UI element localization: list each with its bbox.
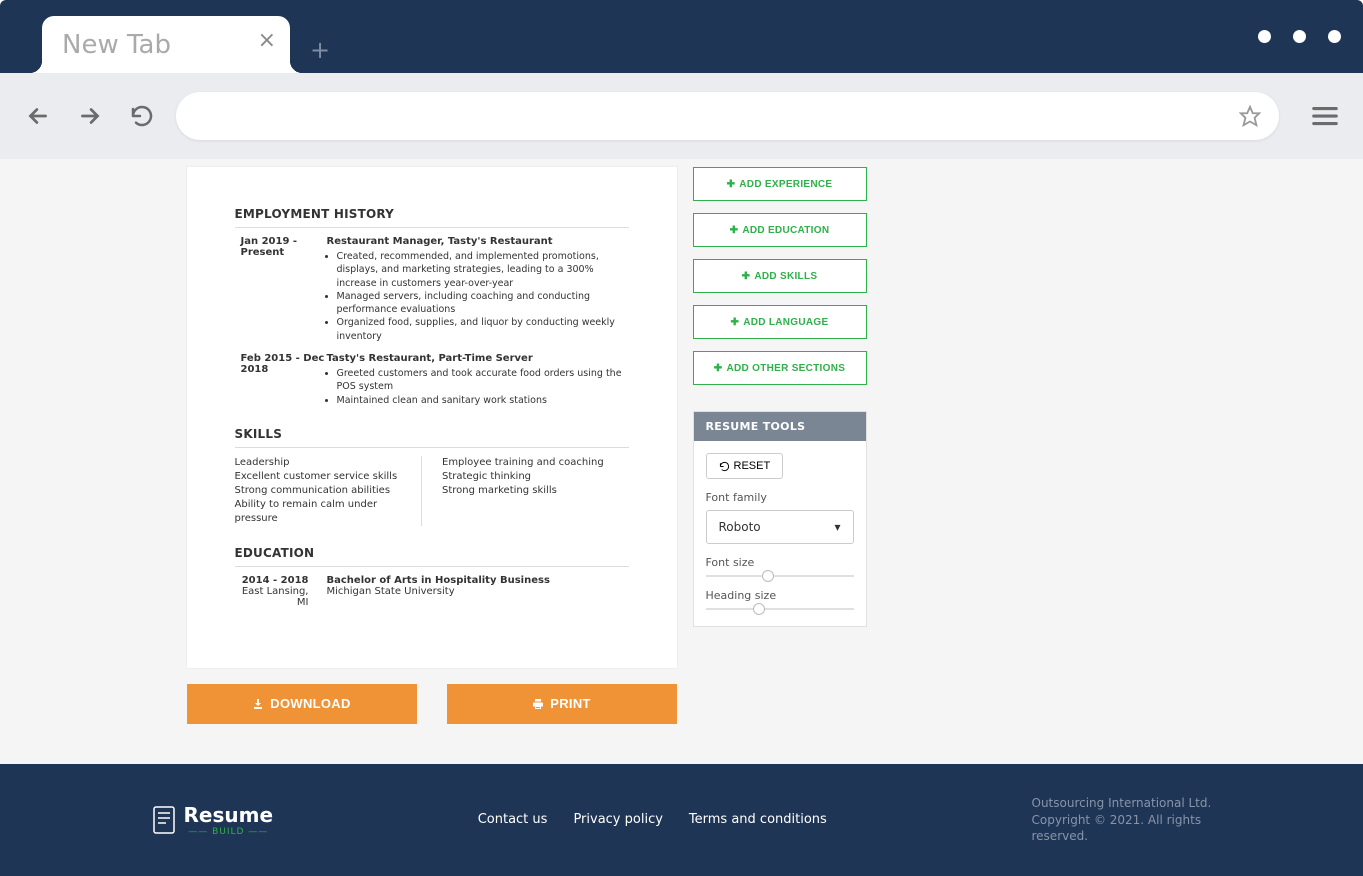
section-title-education: EDUCATION — [235, 546, 629, 560]
address-bar[interactable] — [176, 92, 1279, 140]
reload-button[interactable] — [124, 98, 160, 134]
section-title-skills: SKILLS — [235, 427, 629, 441]
skill-item: Strategic thinking — [442, 470, 619, 484]
tab-title: New Tab — [62, 30, 171, 60]
window-dot[interactable] — [1293, 30, 1306, 43]
font-size-label: Font size — [706, 556, 854, 569]
footer-logo[interactable]: Resume —— BUILD —— — [152, 803, 274, 837]
back-button[interactable] — [20, 98, 56, 134]
education-school: Michigan State University — [327, 586, 550, 597]
education-item: 2014 - 2018 East Lansing, MI Bachelor of… — [235, 575, 629, 608]
page-footer: Resume —— BUILD —— Contact us Privacy po… — [0, 764, 1363, 876]
employment-bullet: Managed servers, including coaching and … — [337, 290, 629, 317]
employment-item: Feb 2015 - Dec 2018 Tasty's Restaurant, … — [235, 353, 629, 407]
skills-grid: Leadership Excellent customer service sk… — [235, 456, 629, 526]
employment-title: Restaurant Manager, Tasty's Restaurant — [327, 236, 629, 247]
education-location: East Lansing, MI — [235, 586, 309, 608]
window-dot[interactable] — [1328, 30, 1341, 43]
add-experience-button[interactable]: ✚ADD EXPERIENCE — [693, 167, 867, 201]
font-size-slider[interactable] — [706, 575, 854, 577]
slider-thumb[interactable] — [753, 603, 765, 615]
skill-item: Leadership — [235, 456, 412, 470]
education-years: 2014 - 2018 — [235, 575, 309, 586]
divider — [235, 566, 629, 567]
divider — [235, 227, 629, 228]
caret-down-icon: ▾ — [834, 520, 840, 534]
browser-chrome-top: New Tab × + — [0, 0, 1363, 73]
footer-link-privacy[interactable]: Privacy policy — [573, 812, 662, 827]
add-education-button[interactable]: ✚ADD EDUCATION — [693, 213, 867, 247]
add-skills-button[interactable]: ✚ADD SKILLS — [693, 259, 867, 293]
document-icon — [152, 805, 176, 835]
reset-icon — [719, 461, 730, 472]
employment-bullet: Organized food, supplies, and liquor by … — [337, 316, 629, 343]
tools-header: RESUME TOOLS — [694, 412, 866, 441]
hamburger-menu-icon[interactable] — [1307, 98, 1343, 134]
download-icon — [252, 698, 264, 710]
print-icon — [532, 698, 544, 710]
bookmark-star-icon[interactable] — [1239, 105, 1261, 127]
skill-item: Ability to remain calm under pressure — [235, 498, 412, 526]
employment-bullet: Greeted customers and took accurate food… — [337, 367, 629, 394]
slider-thumb[interactable] — [762, 570, 774, 582]
employment-dates: Jan 2019 - Present — [235, 236, 327, 343]
download-button[interactable]: DOWNLOAD — [187, 684, 417, 724]
plus-icon: ✚ — [731, 317, 740, 328]
print-button[interactable]: PRINT — [447, 684, 677, 724]
close-tab-icon[interactable]: × — [258, 28, 276, 53]
page-content: EMPLOYMENT HISTORY Jan 2019 - Present Re… — [0, 159, 1363, 764]
add-other-sections-button[interactable]: ✚ADD OTHER SECTIONS — [693, 351, 867, 385]
sidebar: ✚ADD EXPERIENCE ✚ADD EDUCATION ✚ADD SKIL… — [693, 167, 867, 627]
employment-bullet: Created, recommended, and implemented pr… — [337, 250, 629, 290]
new-tab-button[interactable]: + — [310, 36, 330, 64]
plus-icon: ✚ — [742, 271, 751, 282]
employment-item: Jan 2019 - Present Restaurant Manager, T… — [235, 236, 629, 343]
skill-item: Strong marketing skills — [442, 484, 619, 498]
divider — [235, 447, 629, 448]
heading-size-label: Heading size — [706, 589, 854, 602]
section-title-employment: EMPLOYMENT HISTORY — [235, 207, 629, 221]
employment-dates: Feb 2015 - Dec 2018 — [235, 353, 327, 407]
copyright-text: Outsourcing International Ltd. Copyright… — [1032, 795, 1212, 845]
plus-icon: ✚ — [714, 363, 723, 374]
skill-item: Excellent customer service skills — [235, 470, 412, 484]
heading-size-slider[interactable] — [706, 608, 854, 610]
reset-button[interactable]: RESET — [706, 453, 784, 479]
window-dot[interactable] — [1258, 30, 1271, 43]
font-family-label: Font family — [706, 491, 854, 504]
resume-preview: EMPLOYMENT HISTORY Jan 2019 - Present Re… — [187, 167, 677, 668]
footer-links: Contact us Privacy policy Terms and cond… — [333, 812, 971, 827]
url-input[interactable] — [194, 108, 1239, 125]
add-language-button[interactable]: ✚ADD LANGUAGE — [693, 305, 867, 339]
forward-button[interactable] — [72, 98, 108, 134]
footer-link-contact[interactable]: Contact us — [478, 812, 548, 827]
browser-toolbar — [0, 73, 1363, 159]
plus-icon: ✚ — [727, 179, 736, 190]
skill-item: Employee training and coaching — [442, 456, 619, 470]
plus-icon: ✚ — [730, 225, 739, 236]
footer-link-terms[interactable]: Terms and conditions — [689, 812, 827, 827]
skill-item: Strong communication abilities — [235, 484, 412, 498]
education-degree: Bachelor of Arts in Hospitality Business — [327, 575, 550, 586]
font-family-select[interactable]: Roboto ▾ — [706, 510, 854, 544]
employment-title: Tasty's Restaurant, Part-Time Server — [327, 353, 629, 364]
window-controls — [1258, 30, 1341, 43]
employment-bullet: Maintained clean and sanitary work stati… — [337, 394, 629, 407]
resume-tools-panel: RESUME TOOLS RESET Font family Roboto ▾ … — [693, 411, 867, 627]
browser-tab[interactable]: New Tab × — [42, 16, 290, 73]
